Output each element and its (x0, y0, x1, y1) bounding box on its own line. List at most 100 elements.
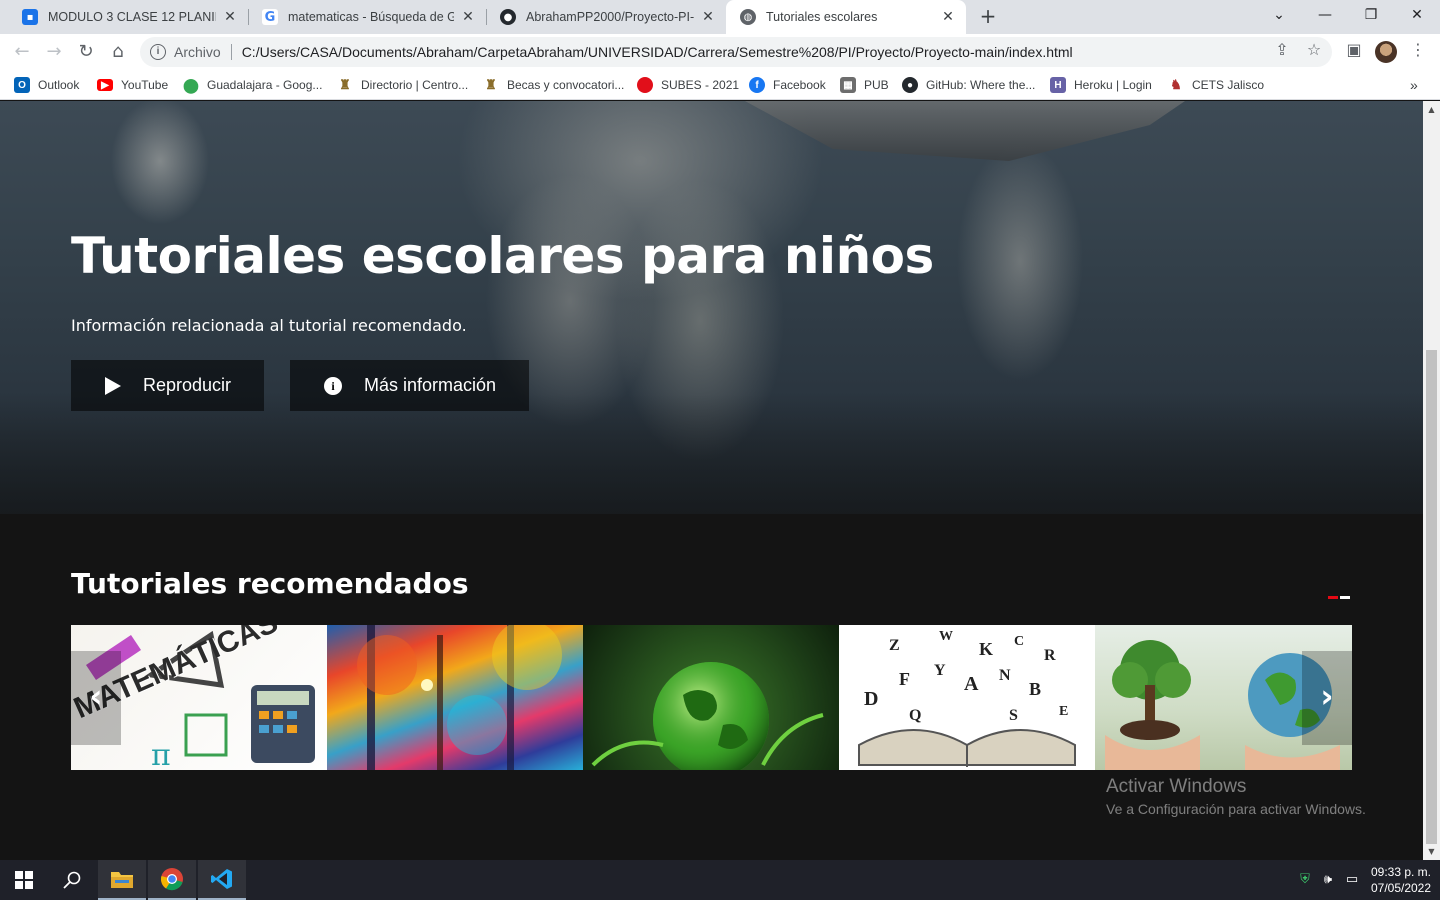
forward-button[interactable]: → (42, 40, 66, 64)
reload-button[interactable]: ↻ (74, 40, 98, 64)
hero-banner (0, 101, 1423, 514)
chrome-button[interactable] (148, 860, 196, 900)
carousel-indicator-active[interactable] (1328, 596, 1338, 599)
bookmark-outlook[interactable]: O Outlook (14, 76, 79, 94)
tab-tutoriales[interactable]: ◍ Tutoriales escolares ✕ (726, 0, 966, 34)
cets-icon: ♞ (1170, 77, 1182, 92)
minimize-button[interactable]: — (1302, 0, 1348, 30)
scroll-up-icon[interactable]: ▲ (1423, 103, 1440, 117)
svg-text:R: R (1044, 647, 1056, 664)
svg-text:E: E (1059, 704, 1068, 719)
carousel-prev-button[interactable]: ‹ (71, 651, 121, 745)
menu-kebab-icon[interactable]: ⋮ (1406, 38, 1430, 62)
classroom-icon: ▪ (22, 9, 38, 25)
svg-text:W: W (939, 629, 953, 644)
tab-modulo3[interactable]: ▪ MODULO 3 CLASE 12 PLANIFICA ✕ (8, 0, 248, 34)
svg-text:C: C (1014, 634, 1024, 649)
carousel-next-button[interactable]: › (1302, 651, 1352, 745)
play-button[interactable]: Reproducir (71, 360, 264, 411)
bookmark-label: Heroku | Login (1074, 78, 1152, 92)
github-icon: ● (500, 9, 516, 25)
bookmark-becas[interactable]: ♜ Becas y convocatori... (483, 76, 624, 94)
bookmark-label: Becas y convocatori... (507, 78, 625, 92)
bookmark-pub[interactable]: ▦ PUB (840, 76, 889, 94)
recommended-section-title: Tutoriales recomendados (71, 567, 469, 600)
search-button[interactable] (48, 860, 96, 900)
bookmarks-bar: O Outlook ▶ YouTube ⬤ Guadalajara - Goog… (0, 70, 1440, 100)
maps-icon: ⬤ (183, 76, 199, 93)
bookmark-youtube[interactable]: ▶ YouTube (97, 76, 168, 94)
more-info-button[interactable]: i Más información (290, 360, 529, 411)
globe-icon: ◍ (740, 9, 756, 25)
scrollbar-thumb[interactable] (1426, 350, 1437, 844)
share-icon[interactable]: ⇪ (1270, 38, 1294, 62)
heroku-icon: H (1050, 77, 1066, 93)
profile-avatar[interactable] (1375, 41, 1397, 63)
svg-text:Z: Z (889, 637, 900, 654)
system-clock[interactable]: 09:33 p. m. 07/05/2022 (1366, 864, 1436, 896)
home-button[interactable]: ⌂ (106, 40, 130, 64)
thumbnail-planeta[interactable] (583, 625, 839, 770)
bookmark-facebook[interactable]: f Facebook (749, 76, 826, 94)
bookmark-star-icon[interactable]: ☆ (1302, 38, 1326, 62)
back-button[interactable]: ← (10, 40, 34, 64)
volume-icon[interactable]: 🕪 (1320, 872, 1336, 888)
new-tab-button[interactable]: + (976, 5, 1000, 29)
search-icon (63, 871, 81, 889)
svg-text:Y: Y (934, 662, 946, 679)
bookmark-github[interactable]: ● GitHub: Where the... (902, 76, 1035, 94)
clock-time: 09:33 p. m. (1370, 865, 1432, 879)
address-bar[interactable]: i Archivo C:/Users/CASA/Documents/Abraha… (140, 37, 1332, 67)
tab-title: AbrahamPP2000/Proyecto-PI-v3 (526, 10, 694, 24)
facebook-icon: f (749, 77, 765, 93)
more-info-button-label: Más información (364, 375, 497, 395)
tab-github-repo[interactable]: ● AbrahamPP2000/Proyecto-PI-v3 ✕ (486, 0, 726, 34)
bookmark-label: SUBES - 2021 (661, 78, 740, 92)
svg-text:Q: Q (909, 707, 921, 724)
painting-illustration (357, 625, 562, 770)
bookmark-cets[interactable]: ♞ CETS Jalisco (1168, 76, 1264, 94)
svg-text:K: K (979, 639, 993, 659)
thumbnail-matematicas[interactable]: π MATEMÁTICAS ‹ (71, 625, 327, 770)
windows-taskbar: ⛨ 🕪 ▭ 09:33 p. m. 07/05/2022 (0, 860, 1440, 900)
close-icon[interactable]: ✕ (222, 9, 238, 25)
address-url[interactable]: C:/Users/CASA/Documents/Abraham/CarpetaA… (242, 44, 1073, 60)
vscode-button[interactable] (198, 860, 246, 900)
bookmark-label: CETS Jalisco (1192, 78, 1265, 92)
windows-start-button[interactable] (0, 860, 48, 900)
thumbnail-ecologia[interactable]: › (1095, 625, 1352, 770)
bookmark-label: Facebook (773, 78, 826, 92)
github-icon: ● (902, 77, 918, 93)
hero-subtitle: Información relacionada al tutorial reco… (71, 316, 467, 335)
close-icon[interactable]: ✕ (460, 9, 476, 25)
outlook-icon: O (14, 77, 30, 93)
activate-windows-subtitle: Ve a Configuración para activar Windows. (1106, 801, 1366, 817)
bookmark-label: YouTube (121, 78, 169, 92)
info-icon[interactable]: i (150, 44, 166, 60)
carousel-indicator[interactable] (1340, 596, 1350, 599)
thumbnail-lectura[interactable]: Z W K C R F Y A N B D Q E S (839, 625, 1095, 770)
tab-search-chevron-icon[interactable]: ⌄ (1256, 0, 1302, 30)
bookmark-directorio[interactable]: ♜ Directorio | Centro... (337, 76, 468, 94)
security-shield-icon[interactable]: ⛨ (1297, 872, 1313, 888)
tab-matematicas[interactable]: G matematicas - Búsqueda de Goo ✕ (248, 0, 486, 34)
scroll-down-icon[interactable]: ▼ (1423, 845, 1440, 859)
svg-text:B: B (1029, 679, 1041, 699)
bookmark-guadalajara[interactable]: ⬤ Guadalajara - Goog... (183, 76, 322, 94)
network-icon[interactable]: ▭ (1344, 872, 1360, 888)
file-explorer-button[interactable] (98, 860, 146, 900)
thumbnail-pintura[interactable] (327, 625, 583, 770)
svg-text:A: A (964, 673, 979, 695)
more-bookmarks-icon[interactable]: » (1410, 76, 1418, 94)
tab-strip: ▪ MODULO 3 CLASE 12 PLANIFICA ✕ G matema… (0, 0, 1440, 34)
bookmark-label: PUB (864, 78, 889, 92)
recommended-carousel: π MATEMÁTICAS ‹ Z W K C R F Y A N B D Q … (71, 625, 1352, 770)
bookmark-subes[interactable]: SUBES - 2021 (637, 76, 739, 94)
bookmark-heroku[interactable]: H Heroku | Login (1050, 76, 1152, 94)
close-icon[interactable]: ✕ (940, 9, 956, 25)
tab-title: MODULO 3 CLASE 12 PLANIFICA (48, 10, 216, 24)
side-panel-icon[interactable]: ▣ (1342, 38, 1366, 62)
close-window-button[interactable]: ✕ (1394, 0, 1440, 30)
close-icon[interactable]: ✕ (700, 9, 716, 25)
maximize-button[interactable]: ❐ (1348, 0, 1394, 30)
